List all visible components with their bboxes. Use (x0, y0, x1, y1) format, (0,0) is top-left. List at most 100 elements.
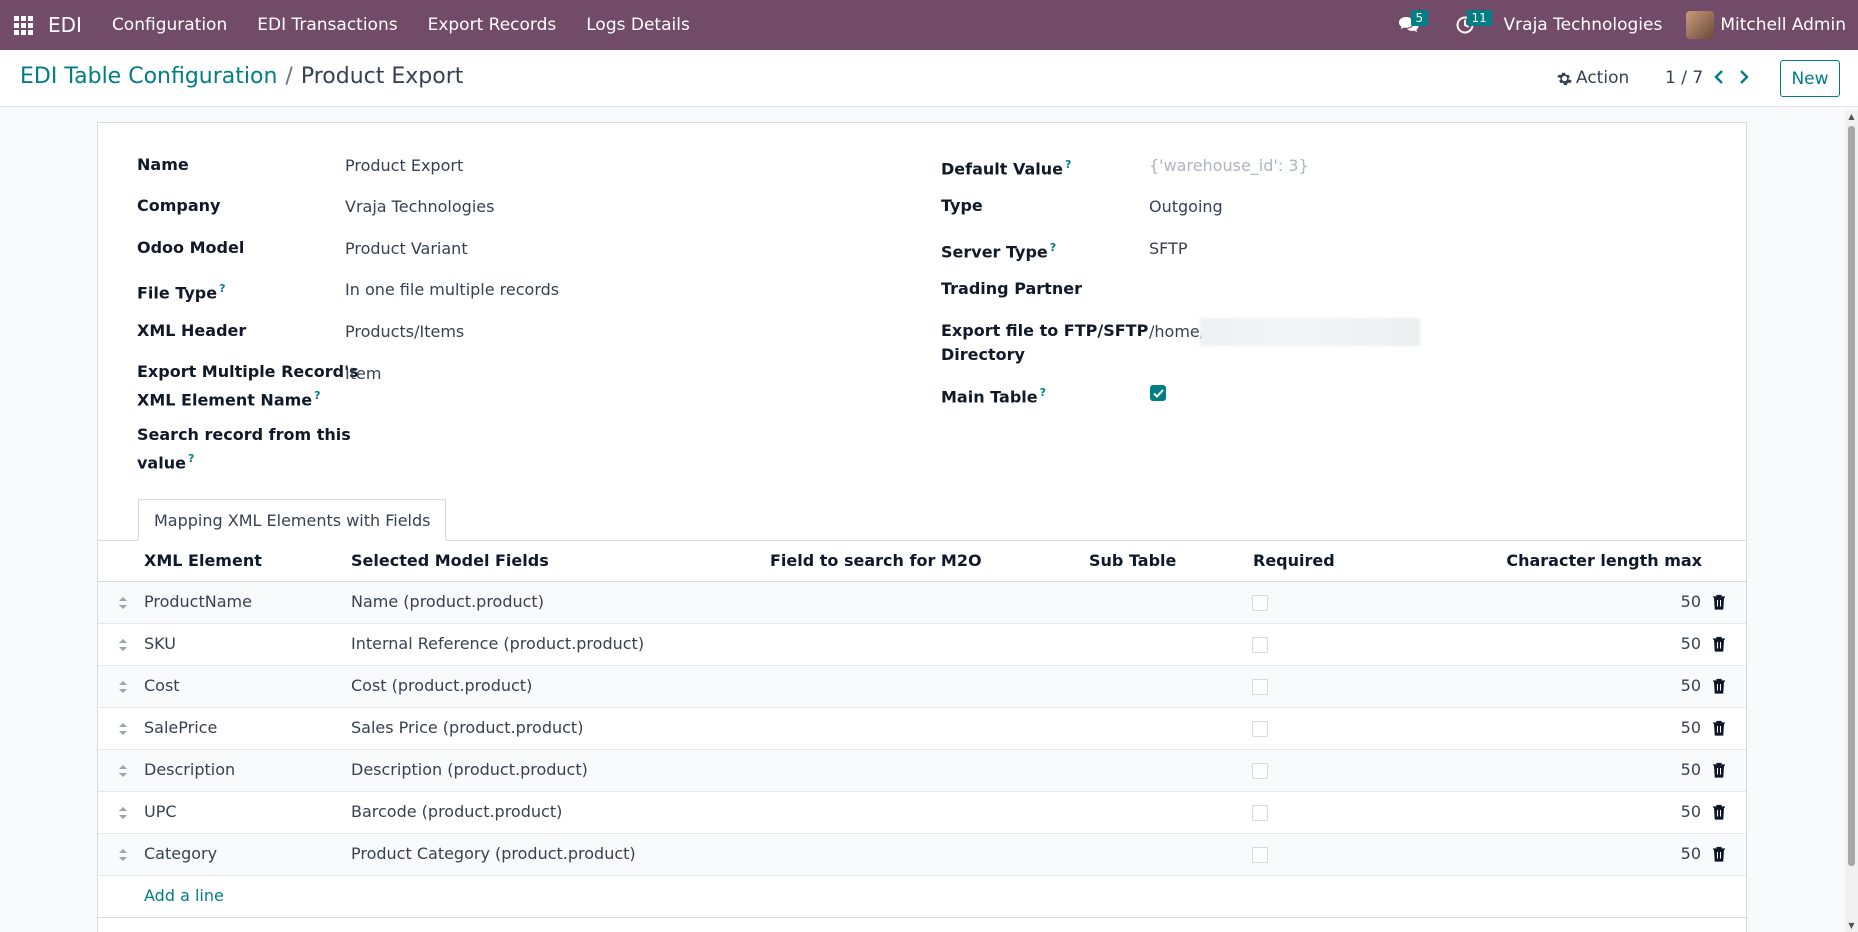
table-row[interactable]: Category Product Category (product.produ… (98, 834, 1746, 876)
form-sheet: Name Product Export Company Vraja Techno… (97, 122, 1747, 932)
model-field-cell[interactable]: Name (product.product) (351, 592, 544, 611)
export-directory-field[interactable]: /home/ (1149, 320, 1205, 344)
drag-handle-icon[interactable] (118, 595, 128, 611)
menu-edi-transactions[interactable]: EDI Transactions (257, 15, 397, 35)
new-record-button[interactable]: New (1780, 60, 1840, 97)
user-avatar[interactable] (1686, 11, 1715, 39)
required-checkbox[interactable] (1252, 763, 1268, 779)
company-switcher[interactable]: Vraja Technologies (1504, 15, 1663, 35)
action-menu-button[interactable]: Action (1557, 68, 1629, 88)
trading-partner-label: Trading Partner (941, 279, 1082, 298)
max-length-cell[interactable]: 50 (1681, 718, 1701, 737)
table-row[interactable]: SKU Internal Reference (product.product)… (98, 624, 1746, 666)
mapping-table: XML Element Selected Model Fields Field … (98, 541, 1746, 918)
model-field-cell[interactable]: Product Category (product.product) (351, 844, 636, 863)
table-row[interactable]: SalePrice Sales Price (product.product) … (98, 708, 1746, 750)
menu-logs-details[interactable]: Logs Details (586, 15, 690, 35)
trash-icon[interactable] (1712, 846, 1726, 862)
drag-handle-icon[interactable] (118, 847, 128, 863)
scroll-up-arrow-icon[interactable]: ▲ (1847, 112, 1856, 121)
type-field[interactable]: Outgoing (1149, 195, 1223, 219)
model-field-cell[interactable]: Cost (product.product) (351, 676, 532, 695)
user-menu[interactable]: Mitchell Admin (1720, 15, 1846, 35)
max-length-cell[interactable]: 50 (1681, 592, 1701, 611)
add-line-link[interactable]: Add a line (144, 886, 224, 905)
trash-icon[interactable] (1712, 804, 1726, 820)
max-length-cell[interactable]: 50 (1681, 802, 1701, 821)
vertical-scrollbar[interactable]: ▲ ▼ (1845, 110, 1858, 932)
trash-icon[interactable] (1712, 678, 1726, 694)
trash-icon[interactable] (1712, 636, 1726, 652)
messages-button[interactable]: 5 (1386, 0, 1432, 50)
pager-value[interactable]: 1 / 7 (1665, 68, 1703, 88)
default-value-field[interactable]: {'warehouse_id': 3} (1149, 154, 1309, 178)
name-field[interactable]: Product Export (345, 154, 463, 178)
pager-next-button[interactable] (1731, 63, 1757, 91)
required-checkbox[interactable] (1252, 721, 1268, 737)
menu-configuration[interactable]: Configuration (112, 15, 227, 35)
required-checkbox[interactable] (1252, 595, 1268, 611)
default-value-label: Default Value? (941, 158, 1072, 179)
pager-previous-button[interactable] (1706, 63, 1732, 91)
model-field-cell[interactable]: Description (product.product) (351, 760, 588, 779)
drag-handle-icon[interactable] (118, 763, 128, 779)
col-required[interactable]: Required (1253, 551, 1335, 570)
help-icon[interactable]: ? (314, 389, 320, 402)
company-field[interactable]: Vraja Technologies (345, 195, 494, 219)
help-icon[interactable]: ? (219, 282, 225, 295)
help-icon[interactable]: ? (188, 452, 194, 465)
col-sub-table[interactable]: Sub Table (1089, 551, 1176, 570)
drag-handle-icon[interactable] (118, 721, 128, 737)
col-character-length-max[interactable]: Character length max (1506, 551, 1702, 570)
breadcrumb-parent-link[interactable]: EDI Table Configuration (20, 64, 277, 89)
table-row[interactable]: Description Description (product.product… (98, 750, 1746, 792)
xml-element-cell[interactable]: Description (144, 760, 235, 779)
apps-menu-icon[interactable] (0, 0, 46, 50)
table-row[interactable]: ProductName Name (product.product) 50 (98, 582, 1746, 624)
max-length-cell[interactable]: 50 (1681, 844, 1701, 863)
menu-export-records[interactable]: Export Records (428, 15, 557, 35)
xml-element-cell[interactable]: UPC (144, 802, 177, 821)
app-brand[interactable]: EDI (48, 13, 82, 37)
xml-element-cell[interactable]: Category (144, 844, 217, 863)
required-checkbox[interactable] (1252, 805, 1268, 821)
model-field-cell[interactable]: Barcode (product.product) (351, 802, 562, 821)
model-field-cell[interactable]: Sales Price (product.product) (351, 718, 583, 737)
odoo-model-field[interactable]: Product Variant (345, 237, 468, 261)
trash-icon[interactable] (1712, 762, 1726, 778)
help-icon[interactable]: ? (1050, 241, 1056, 254)
drag-handle-icon[interactable] (118, 637, 128, 653)
server-type-field[interactable]: SFTP (1149, 237, 1188, 261)
xml-element-cell[interactable]: SKU (144, 634, 176, 653)
max-length-cell[interactable]: 50 (1681, 634, 1701, 653)
required-checkbox[interactable] (1252, 679, 1268, 695)
max-length-cell[interactable]: 50 (1681, 760, 1701, 779)
max-length-cell[interactable]: 50 (1681, 676, 1701, 695)
xml-header-field[interactable]: Products/Items (345, 320, 464, 344)
activities-button[interactable]: 11 (1442, 0, 1492, 50)
help-icon[interactable]: ? (1040, 386, 1046, 399)
required-checkbox[interactable] (1252, 637, 1268, 653)
tab-mapping-xml-elements[interactable]: Mapping XML Elements with Fields (138, 499, 447, 541)
help-icon[interactable]: ? (1065, 158, 1071, 171)
file-type-field[interactable]: In one file multiple records (345, 278, 559, 302)
trash-icon[interactable] (1712, 594, 1726, 610)
drag-handle-icon[interactable] (118, 805, 128, 821)
scroll-down-arrow-icon[interactable]: ▼ (1847, 921, 1856, 930)
xml-element-cell[interactable]: SalePrice (144, 718, 217, 737)
col-selected-model-fields[interactable]: Selected Model Fields (351, 551, 549, 570)
table-row[interactable]: UPC Barcode (product.product) 50 (98, 792, 1746, 834)
drag-handle-icon[interactable] (118, 679, 128, 695)
col-xml-element[interactable]: XML Element (144, 551, 262, 570)
messages-count-badge: 5 (1410, 10, 1429, 26)
scrollbar-thumb[interactable] (1848, 126, 1855, 866)
xml-element-name-field[interactable]: Item (345, 362, 381, 386)
xml-element-cell[interactable]: ProductName (144, 592, 252, 611)
model-field-cell[interactable]: Internal Reference (product.product) (351, 634, 644, 653)
main-table-checkbox[interactable] (1150, 385, 1166, 401)
xml-element-cell[interactable]: Cost (144, 676, 180, 695)
col-field-to-search-m2o[interactable]: Field to search for M2O (770, 551, 982, 570)
required-checkbox[interactable] (1252, 847, 1268, 863)
table-row[interactable]: Cost Cost (product.product) 50 (98, 666, 1746, 708)
trash-icon[interactable] (1712, 720, 1726, 736)
